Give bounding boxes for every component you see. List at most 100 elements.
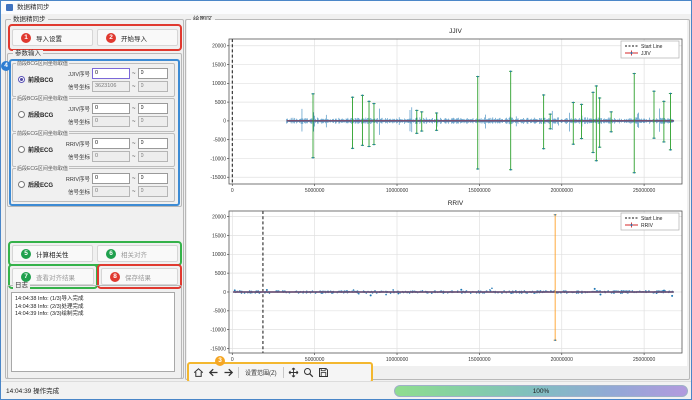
- rear-bcg-radio-label: 后段BCG: [28, 110, 53, 119]
- log-box[interactable]: 14:04:38 Info: (1/3)导入完成 14:04:38 Info: …: [11, 292, 175, 372]
- range-tilde: ~: [132, 71, 136, 77]
- jjiv-index-label: JJIV序号: [60, 70, 90, 78]
- window-title: 数据精同步: [17, 1, 50, 14]
- svg-text:5000000: 5000000: [305, 188, 325, 194]
- back-icon[interactable]: [208, 367, 219, 378]
- svg-text:-5000: -5000: [213, 309, 226, 315]
- rriv-index-label: RRIV序号: [60, 175, 90, 183]
- chart-toolbar: 设置范围(Z): [187, 362, 373, 383]
- svg-text:10000: 10000: [212, 252, 226, 258]
- svg-text:10000000: 10000000: [386, 357, 408, 363]
- rear-ecg-radio[interactable]: 后段ECG: [18, 180, 53, 189]
- rear-bcg-coord-max-input: [138, 116, 168, 127]
- title-bar[interactable]: 数据精同步: [1, 1, 691, 14]
- status-bar: 14:04:39 操作完成 100%: [1, 381, 692, 400]
- save-icon[interactable]: [318, 367, 329, 378]
- svg-text:Start Line: Start Line: [641, 216, 663, 222]
- svg-text:-5000: -5000: [213, 137, 226, 143]
- svg-text:15000: 15000: [212, 233, 226, 239]
- svg-text:RRIV: RRIV: [448, 200, 464, 207]
- rear-bcg-section-title: 后段BCG区间坐标取值: [16, 96, 69, 102]
- svg-text:RRIV: RRIV: [641, 223, 654, 229]
- view-align-result-label: 查看对齐结果: [36, 272, 75, 282]
- param-section-rear-ecg: 后段ECG区间坐标取值 后段ECG RRIV序号 ~ 信号坐标 ~: [12, 168, 175, 202]
- rear-ecg-rriv-min-input[interactable]: [92, 173, 130, 184]
- radio-icon[interactable]: [18, 146, 25, 153]
- svg-text:0: 0: [231, 188, 234, 194]
- calc-correlation-button[interactable]: 5 计算相关性: [12, 245, 93, 262]
- step-badge-6: 6: [106, 249, 116, 259]
- svg-text:25000000: 25000000: [633, 357, 655, 363]
- step-badge-4: 4: [1, 61, 11, 71]
- forward-icon[interactable]: [223, 367, 234, 378]
- svg-text:25000000: 25000000: [633, 188, 655, 194]
- rear-ecg-coord-max-input: [138, 186, 168, 197]
- range-tilde: ~: [132, 84, 136, 90]
- set-range-button[interactable]: 设置范围(Z): [243, 368, 279, 377]
- rear-ecg-radio-label: 后段ECG: [28, 180, 53, 189]
- correlation-align-label: 相关对齐: [121, 249, 147, 259]
- radio-icon[interactable]: [18, 181, 25, 188]
- svg-text:5000: 5000: [215, 271, 226, 277]
- rear-bcg-radio[interactable]: 后段BCG: [18, 110, 53, 119]
- params-group-title: 参数输入: [13, 50, 43, 58]
- rriv-chart[interactable]: 0500000010000000150000002000000025000000…: [189, 197, 687, 365]
- home-icon[interactable]: [193, 367, 204, 378]
- range-tilde: ~: [132, 189, 136, 195]
- calc-correlation-label: 计算相关性: [36, 249, 69, 259]
- toolbar-separator: [238, 367, 239, 378]
- front-bcg-jjiv-max-input[interactable]: [138, 68, 168, 79]
- front-bcg-section-title: 前段BCG区间坐标取值: [16, 61, 69, 67]
- radio-icon[interactable]: [18, 111, 25, 118]
- start-import-button[interactable]: 2 开始导入: [97, 29, 178, 46]
- import-highlight-box: 1 导入设置 2 开始导入: [8, 24, 182, 51]
- signal-coord-label: 信号坐标: [60, 83, 90, 91]
- svg-text:20000000: 20000000: [551, 357, 573, 363]
- range-tilde: ~: [132, 106, 136, 112]
- front-bcg-radio[interactable]: 前段BCG: [18, 75, 53, 84]
- save-result-label: 保存结果: [125, 272, 151, 282]
- front-ecg-rriv-max-input[interactable]: [138, 138, 168, 149]
- front-ecg-rriv-min-input[interactable]: [92, 138, 130, 149]
- svg-text:Start Line: Start Line: [641, 44, 663, 50]
- radio-icon[interactable]: [18, 76, 25, 83]
- pan-icon[interactable]: [288, 367, 299, 378]
- import-settings-button[interactable]: 1 导入设置: [12, 29, 93, 46]
- svg-text:JJIV: JJIV: [641, 51, 651, 57]
- rear-ecg-rriv-max-input[interactable]: [138, 173, 168, 184]
- rear-bcg-jjiv-min-input[interactable]: [92, 103, 130, 114]
- svg-text:-10000: -10000: [210, 327, 226, 333]
- signal-coord-label: 信号坐标: [60, 118, 90, 126]
- param-section-front-bcg: 前段BCG区间坐标取值 前段BCG JJIV序号 ~ 信号坐标 ~: [12, 63, 175, 97]
- save-result-button[interactable]: 8 保存结果: [101, 268, 178, 285]
- svg-text:10000: 10000: [212, 81, 226, 87]
- jjiv-chart[interactable]: 0500000010000000150000002000000025000000…: [189, 21, 687, 197]
- step-badge-8: 8: [110, 272, 120, 282]
- svg-text:15000000: 15000000: [468, 188, 490, 194]
- rear-bcg-coord-min-input: [92, 116, 130, 127]
- front-ecg-radio[interactable]: 前段ECG: [18, 145, 53, 154]
- correlation-align-button[interactable]: 6 相关对齐: [97, 245, 178, 262]
- log-line: 14:04:38 Info: (1/3)导入完成: [15, 296, 171, 304]
- param-section-front-ecg: 前段ECG区间坐标取值 前段ECG RRIV序号 ~ 信号坐标 ~: [12, 133, 175, 167]
- jjiv-index-label: JJIV序号: [60, 105, 90, 113]
- left-group-title: 数据精同步: [11, 16, 48, 24]
- log-group-title: 日志: [13, 282, 30, 290]
- svg-text:20000: 20000: [212, 44, 226, 50]
- import-settings-label: 导入设置: [36, 33, 62, 43]
- range-tilde: ~: [132, 119, 136, 125]
- front-bcg-radio-label: 前段BCG: [28, 75, 53, 84]
- svg-text:JJIV: JJIV: [449, 28, 462, 35]
- rear-bcg-jjiv-max-input[interactable]: [138, 103, 168, 114]
- app-icon: [6, 4, 13, 11]
- log-line: 14:04:39 Info: (3/3)绘制完成: [15, 311, 171, 319]
- svg-text:-15000: -15000: [210, 346, 226, 352]
- zoom-icon[interactable]: [303, 367, 314, 378]
- svg-text:20000000: 20000000: [551, 188, 573, 194]
- front-ecg-section-title: 前段ECG区间坐标取值: [16, 131, 69, 137]
- correlation-highlight-box: 5 计算相关性 6 相关对齐: [8, 241, 182, 266]
- step-badge-2: 2: [106, 33, 116, 43]
- front-bcg-jjiv-min-input[interactable]: [92, 68, 130, 79]
- status-text: 14:04:39 操作完成: [6, 382, 59, 400]
- log-line: 14:04:38 Info: (2/3)处理完成: [15, 304, 171, 312]
